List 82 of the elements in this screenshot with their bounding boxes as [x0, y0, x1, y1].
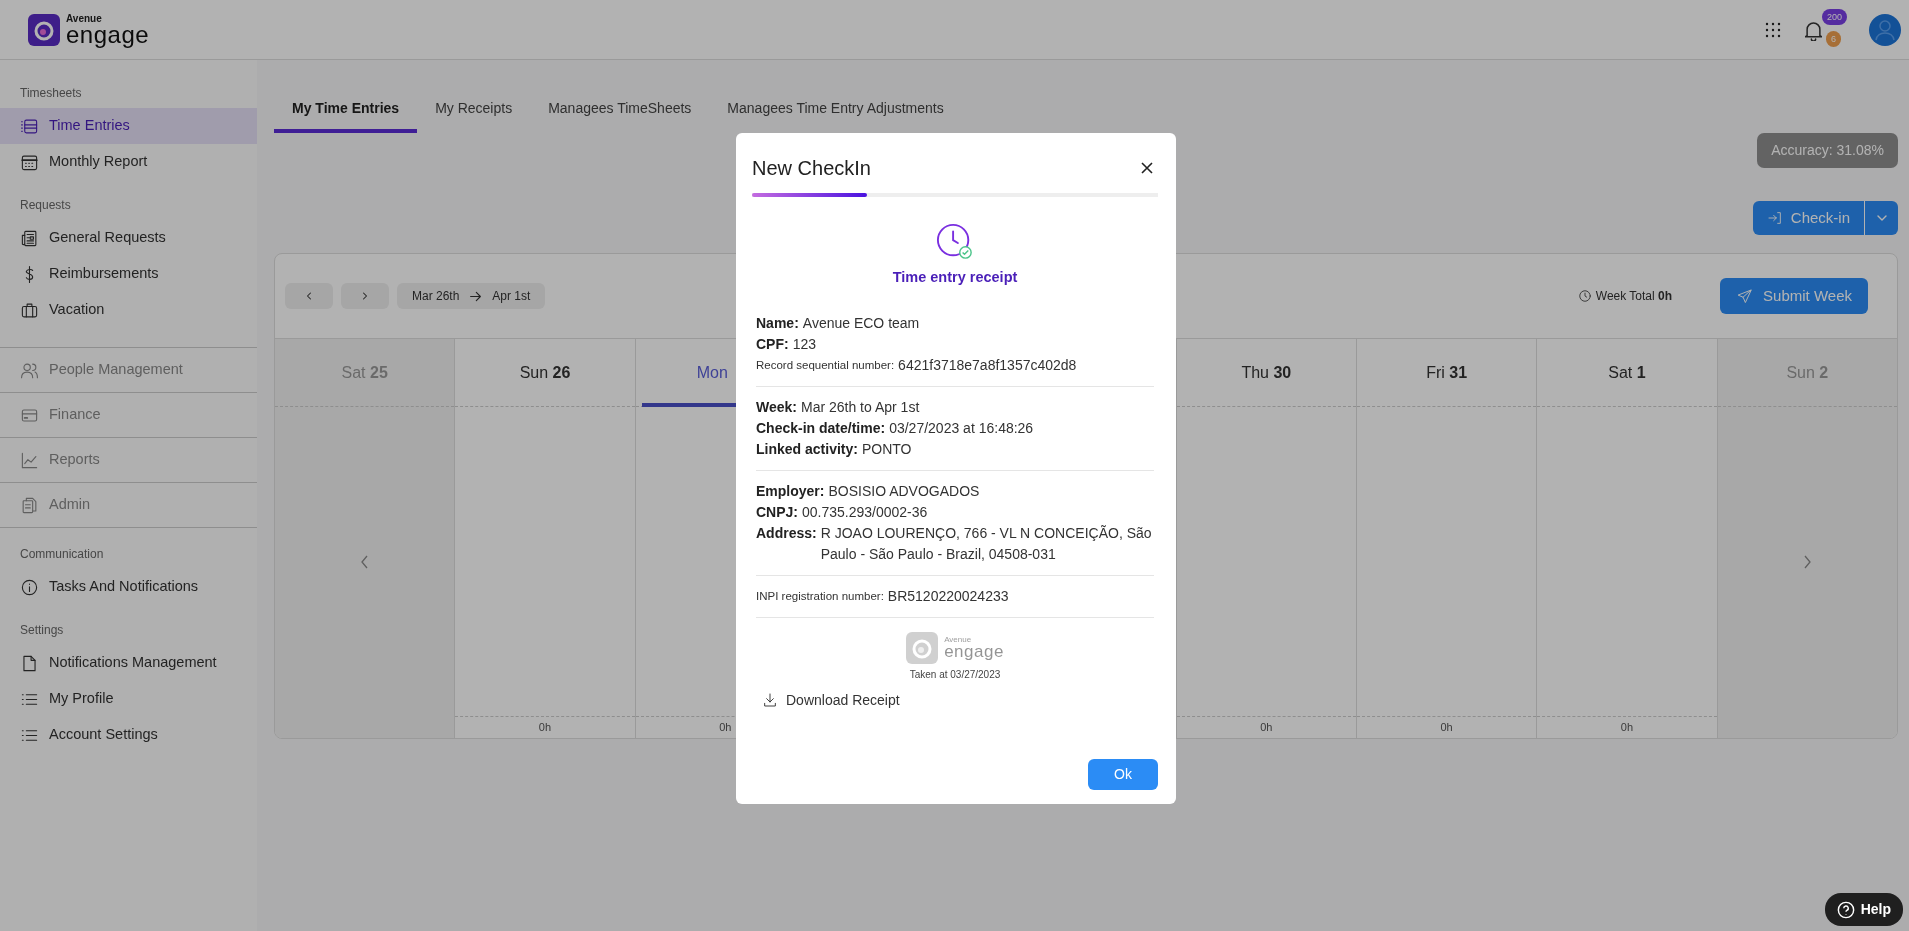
bell-icon[interactable] — [1805, 20, 1822, 41]
sidebar-item[interactable]: Notifications Management — [0, 645, 257, 681]
field-value: 123 — [792, 334, 818, 354]
arrow-icon — [469, 289, 483, 303]
brand-name: Avenue — [944, 636, 973, 645]
field-value: 03/27/2023 at 16:48:26 — [889, 418, 1035, 438]
day-header: Sat 25 — [341, 362, 388, 383]
login-icon — [1766, 210, 1783, 226]
field-label: Linked activity: — [756, 439, 858, 459]
field-label: INPI registration number: — [756, 588, 884, 604]
field-value: PONTO — [861, 439, 913, 459]
tab[interactable]: Managees TimeSheets — [530, 87, 710, 133]
send-icon — [1736, 287, 1754, 305]
field-value: Avenue ECO team — [802, 313, 921, 333]
sidebar-item[interactable]: General Requests — [0, 220, 257, 256]
avatar-icon[interactable] — [1869, 13, 1901, 46]
section-title: Communication — [19, 546, 105, 563]
sidebar-item[interactable]: My Profile — [0, 681, 257, 717]
tab[interactable]: My Time Entries — [274, 87, 418, 133]
section-title: Requests — [19, 197, 72, 214]
download-receipt-link[interactable]: Download Receipt — [762, 689, 900, 711]
field-label: Week: — [756, 397, 797, 417]
accuracy-badge: Accuracy: 31.08% — [1757, 133, 1898, 168]
day-header: Thu 30 — [1241, 362, 1292, 383]
field-value: BR5120220024233 — [887, 586, 1010, 606]
logo-icon — [906, 631, 939, 664]
section-title: Timesheets — [19, 85, 83, 102]
sidebar-item[interactable]: Vacation — [0, 292, 257, 328]
help-button[interactable]: Help — [1824, 893, 1903, 926]
taken-at: Taken at 03/27/2023 — [909, 667, 1001, 682]
field-label: Record sequential number: — [756, 357, 895, 373]
day-header: Sun 26 — [519, 362, 571, 383]
day-header: Sat 1 — [1608, 362, 1646, 383]
field-value: BOSISIO ADVOGADOS — [828, 481, 981, 501]
modal-title: New CheckIn — [752, 156, 871, 181]
product-name: engage — [944, 644, 1004, 660]
field-value: R JOAO LOURENÇO, 766 - VL N CONCEIÇÃO, São Paulo - São Paulo - Brazil, 04508-031 — [820, 523, 1153, 564]
notification-badge: 200 — [1822, 8, 1848, 25]
documents-icon — [20, 495, 39, 515]
day-total: 0h — [1440, 720, 1453, 736]
logo-icon — [28, 13, 60, 46]
date-range: Mar 26th Apr 1st — [397, 283, 546, 309]
apps-grid-icon[interactable] — [1765, 21, 1781, 38]
sidebar-item[interactable]: Monthly Report — [0, 144, 257, 180]
week-total: Week Total 0h — [1595, 288, 1673, 305]
field-label: Name: — [756, 313, 799, 333]
day-header: Fri 31 — [1426, 362, 1468, 383]
sidebar-item[interactable]: Account Settings — [0, 717, 257, 753]
section-title: Settings — [19, 622, 65, 639]
tab[interactable]: Managees Time Entry Adjustments — [709, 87, 962, 133]
newspaper-icon — [20, 228, 39, 248]
day-total: 0h — [1260, 720, 1273, 736]
field-label: Employer: — [756, 481, 825, 501]
day-header: Mon — [696, 362, 728, 383]
chart-icon — [20, 450, 39, 470]
field-label: CPF: — [756, 334, 789, 354]
product-name: engage — [66, 23, 150, 46]
download-icon — [762, 692, 778, 709]
file-icon — [20, 653, 39, 673]
tab[interactable]: My Receipts — [417, 87, 531, 133]
field-value: 6421f3718e7a8f1357c402d8 — [898, 355, 1078, 375]
day-total: 0h — [1620, 720, 1634, 736]
clock-check-icon — [936, 223, 974, 261]
sidebar-item[interactable]: Time Entries — [0, 108, 257, 144]
field-value: Mar 26th to Apr 1st — [801, 397, 921, 417]
day-total: 0h — [538, 720, 552, 736]
receipt-heading: Time entry receipt — [892, 268, 1018, 287]
day-header: Sun 2 — [1786, 362, 1829, 383]
close-button[interactable] — [1140, 161, 1154, 175]
field-label: Check-in date/time: — [756, 418, 886, 438]
dropdown-button[interactable] — [1864, 201, 1898, 235]
sidebar-item[interactable]: Tasks And Notifications — [0, 569, 257, 605]
notification-badge: 6 — [1826, 30, 1841, 47]
brand-name: Avenue — [66, 13, 103, 24]
field-value: 00.735.293/0002-36 — [802, 502, 929, 522]
clock-icon — [1577, 289, 1592, 303]
field-label: Address: — [756, 523, 817, 543]
field-label: CNPJ: — [756, 502, 798, 522]
info-icon — [20, 577, 39, 597]
sidebar-item[interactable]: Reimbursements — [0, 256, 257, 292]
question-icon — [1836, 900, 1855, 919]
day-total: 0h — [719, 720, 732, 736]
